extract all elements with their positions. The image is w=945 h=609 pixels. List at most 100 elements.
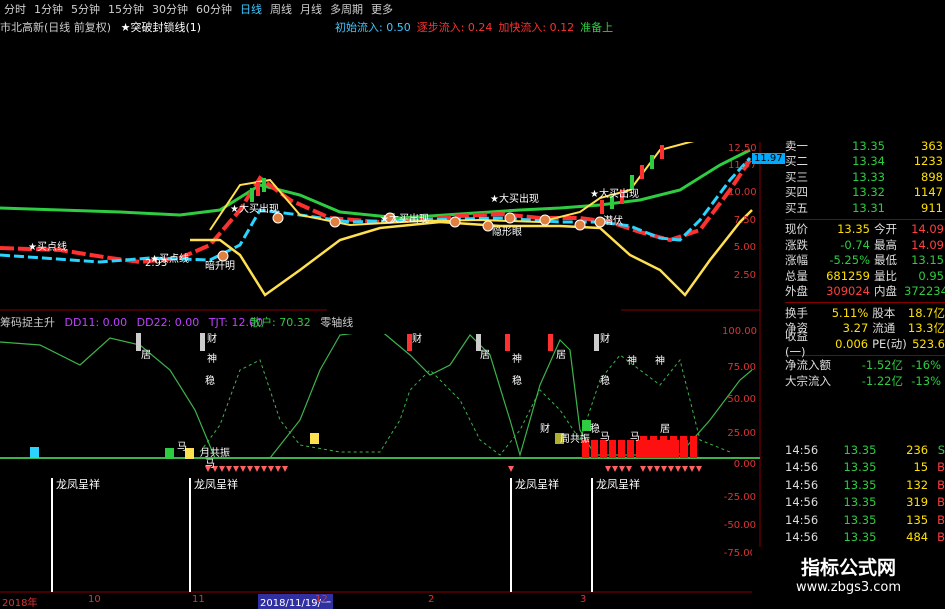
stat-value: -0.74 — [840, 237, 870, 252]
down-triangle — [219, 466, 225, 472]
flow-key: 净流入额 — [785, 358, 831, 373]
signal-label: 居 — [556, 350, 566, 361]
current-price-tag: 11.97 — [752, 153, 785, 164]
red-bar — [650, 436, 657, 458]
signal-label: 马 — [630, 432, 640, 443]
stat-key2: 内盘 — [874, 284, 897, 299]
signal-label: 居 — [480, 350, 490, 361]
stat-key2: 最高 — [874, 237, 897, 252]
red-bar — [609, 440, 616, 458]
annotation-label: 潜伏 — [603, 216, 623, 227]
stat-value2: 14.09 — [911, 222, 944, 237]
order-volume: 898 — [921, 169, 943, 184]
signal-label: 马 — [600, 432, 610, 443]
tick-price: 13.35 — [843, 512, 877, 527]
tick-volume: 236 — [906, 442, 929, 457]
stat-key2: PE(动) — [872, 336, 907, 351]
signal-ball — [449, 216, 461, 228]
tick-side: B — [937, 512, 945, 527]
stat-row: 涨幅 -5.25% 最低 13.15 — [785, 253, 945, 269]
flow-key: 大宗流入 — [785, 373, 831, 388]
brand-watermark: 指标公式网 www.zbgs3.com — [752, 547, 945, 609]
flow-pct: -16% — [911, 358, 941, 373]
y-label-main-4: 5.00 — [733, 242, 756, 253]
signal-block — [165, 448, 174, 459]
order-book-row: 买二 13.34 1233 — [785, 154, 945, 170]
down-triangle — [619, 466, 625, 472]
y-label-ind-4: 0.00 — [733, 459, 756, 470]
indicator-name[interactable]: ★突破封锁线(1) — [121, 21, 201, 34]
signal-label: 居 — [660, 424, 670, 435]
tick-row: 14:56 13.35 484 B — [785, 529, 945, 547]
down-triangle — [508, 466, 514, 472]
signal-label: 居 — [141, 350, 151, 361]
red-bar — [680, 436, 687, 458]
dragon-label: 龙凤呈祥 — [515, 478, 559, 491]
signal-label: 马 — [177, 442, 187, 453]
stat-key2: 股本 — [872, 305, 896, 320]
annotation-label: ★大买出现 — [230, 204, 279, 215]
tick-time: 14:56 — [785, 495, 819, 510]
order-price: 13.35 — [852, 138, 885, 153]
down-triangle — [661, 466, 667, 472]
candle — [256, 182, 260, 196]
candle — [262, 178, 266, 192]
tick-side: B — [937, 495, 945, 510]
dragon-label: 龙凤呈祥 — [194, 478, 238, 491]
stat-key2: 流通 — [872, 321, 896, 336]
red-bar — [640, 436, 647, 458]
signal-label: 财 — [540, 424, 550, 435]
down-triangle — [261, 466, 267, 472]
down-triangle — [668, 466, 674, 472]
signal-label: 稳 — [590, 424, 600, 435]
dragon-signals — [51, 478, 593, 592]
stat-key2: 最低 — [874, 253, 897, 268]
order-price: 13.33 — [852, 169, 885, 184]
tick-time: 14:56 — [785, 512, 819, 527]
tick-row: 14:56 13.35 135 B — [785, 511, 945, 529]
signal-label: 神 — [655, 356, 665, 367]
divider — [785, 218, 945, 220]
signal-ball — [329, 216, 341, 228]
stat-key: 外盘 — [785, 284, 808, 299]
date-axis: 2018年 10 11 2018/11/19/一 12 2 3 — [0, 592, 760, 609]
y-label-ind-5: -25.00 — [723, 492, 756, 503]
red-bar — [690, 436, 697, 458]
stat-value: 309024 — [826, 284, 870, 299]
tick-volume: 132 — [906, 477, 929, 492]
tick-time: 14:56 — [785, 530, 819, 545]
flow-row: 大宗流入 -1.22亿 -13% — [785, 373, 945, 389]
flow-value: -1.52亿 — [861, 358, 903, 373]
stat-value: 681259 — [826, 268, 870, 283]
divider — [785, 302, 945, 303]
stat-row: 外盘 309024 内盘 372234 — [785, 284, 945, 300]
down-triangle — [647, 466, 653, 472]
chart-title: 市北高新(日线 前复权) — [0, 21, 112, 34]
down-triangle — [240, 466, 246, 472]
flow-value: -1.22亿 — [861, 373, 903, 388]
date-label: 10 — [88, 594, 101, 605]
y-label-main-2: 10.00 — [728, 187, 757, 198]
signal-tick — [548, 333, 553, 351]
tick-list: 14:56 13.35 236 S 14:56 13.35 15 B 14:56 13.35 132… — [785, 441, 945, 564]
signal-label: 马 — [205, 459, 215, 470]
flow-label-3: 准备上 — [580, 21, 614, 34]
stat-value2: 523.6 — [912, 336, 945, 351]
date-label: 12 — [315, 594, 328, 605]
green-band — [0, 148, 751, 220]
down-triangle — [654, 466, 660, 472]
order-label: 买五 — [785, 200, 808, 215]
signal-ball — [574, 219, 586, 231]
date-label: 2 — [428, 594, 435, 605]
chart-title-row: 市北高新(日线 前复权) ★突破封锁线(1) — [0, 19, 201, 34]
down-triangle — [254, 466, 260, 472]
sanhu-row: 散户: 70.32 零轴线 — [250, 314, 353, 330]
indicator-panel-title[interactable]: 筹码捉主升 — [0, 316, 55, 329]
annotation-label: 暗升明 — [205, 261, 235, 272]
signal-block — [310, 433, 319, 444]
flow-row: 净流入额 -1.52亿 -16% — [785, 358, 945, 374]
stat-value: 0.006 — [835, 336, 869, 351]
down-triangle — [689, 466, 695, 472]
stat-row: 总量 681259 量比 0.95 — [785, 268, 945, 284]
down-triangle — [233, 466, 239, 472]
